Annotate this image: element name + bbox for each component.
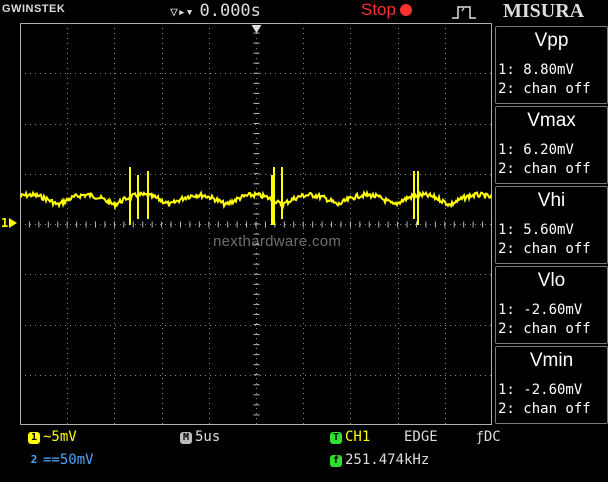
horizontal-offset-value: 0.000s: [199, 1, 261, 21]
brand-logo: GWINSTEK: [2, 3, 66, 15]
measurement-title: Vhi: [537, 190, 566, 211]
waveform-display[interactable]: [20, 23, 492, 425]
measurement-title: Vmin: [529, 350, 574, 371]
measurement-ch2-value: 2: chan off: [498, 241, 591, 257]
trigger-source-value: CH1: [345, 429, 371, 445]
trigger-coupling-value: DC: [483, 429, 501, 445]
measurement-title: Vmax: [527, 110, 576, 131]
measurement-ch2-value: 2: chan off: [498, 401, 591, 417]
measurement-panel-vhi[interactable]: Vhi 1: 5.60mV 2: chan off: [495, 186, 608, 264]
trigger-position-icon: ▽▸▾: [170, 5, 194, 20]
timebase-scale[interactable]: M 5us: [180, 429, 220, 445]
ch1-scale[interactable]: 1 ~5mV: [28, 429, 77, 445]
ch1-marker-arrow-icon: [9, 218, 17, 228]
rising-edge-trigger-icon: [452, 6, 476, 19]
measurement-panel-vmin[interactable]: Vmin 1: -2.60mV 2: chan off: [495, 346, 608, 424]
ch1-scale-value: ~5mV: [43, 429, 77, 445]
frequency-badge-icon: f: [330, 455, 342, 467]
stop-dot-icon: [399, 4, 412, 16]
trigger-source[interactable]: T CH1: [330, 429, 370, 445]
measurement-panel-vpp[interactable]: Vpp 1: 8.80mV 2: chan off: [495, 26, 608, 104]
trigger-type[interactable]: EDGE: [404, 429, 438, 445]
ch1-ground-marker[interactable]: 1: [1, 216, 8, 230]
measurement-ch1-value: 1: 5.60mV: [498, 222, 574, 238]
ch2-badge-icon: 2: [28, 454, 40, 466]
edge-icon: ƒ: [476, 430, 484, 445]
run-stop-indicator[interactable]: Stop: [361, 0, 412, 20]
ch1-badge-icon: 1: [28, 432, 40, 444]
run-state-label: Stop: [361, 0, 396, 19]
measurement-ch1-value: 1: -2.60mV: [498, 302, 583, 318]
frequency-counter: f 251.474kHz: [330, 452, 429, 468]
bottom-status-bar: 1 ~5mV 2 ==50mV M 5us T CH1 EDGE ƒDC f 251.47…: [0, 426, 608, 482]
measurement-ch2-value: 2: chan off: [498, 321, 591, 337]
trigger-badge-icon: T: [330, 432, 342, 444]
ch2-scale-value: ==50mV: [43, 452, 94, 468]
timebase-badge-icon: M: [180, 432, 192, 444]
watermark: nexthardware.com: [213, 233, 342, 250]
measurement-ch1-value: 1: 8.80mV: [498, 62, 574, 78]
ch2-scale[interactable]: 2 ==50mV: [28, 452, 94, 468]
horizontal-position: ▽▸▾ 0.000s: [170, 1, 261, 21]
ch1-waveform-trace: [20, 189, 492, 211]
measurement-title: Vpp: [534, 30, 569, 51]
top-status-bar: GWINSTEK ▽▸▾ 0.000s Stop MISURA: [0, 0, 608, 24]
graticule: [20, 23, 492, 425]
measure-menu-title: MISURA: [503, 0, 585, 22]
measurement-panel-vlo[interactable]: Vlo 1: -2.60mV 2: chan off: [495, 266, 608, 344]
timebase-scale-value: 5us: [195, 429, 221, 445]
frequency-value: 251.474kHz: [345, 452, 430, 468]
measurement-ch1-value: 1: -2.60mV: [498, 382, 583, 398]
measurement-ch2-value: 2: chan off: [498, 81, 591, 97]
measurement-ch1-value: 1: 6.20mV: [498, 142, 574, 158]
trigger-coupling[interactable]: ƒDC: [476, 429, 501, 445]
measurement-ch2-value: 2: chan off: [498, 161, 591, 177]
measurement-panel-vmax[interactable]: Vmax 1: 6.20mV 2: chan off: [495, 106, 608, 184]
measurement-title: Vlo: [537, 270, 566, 291]
